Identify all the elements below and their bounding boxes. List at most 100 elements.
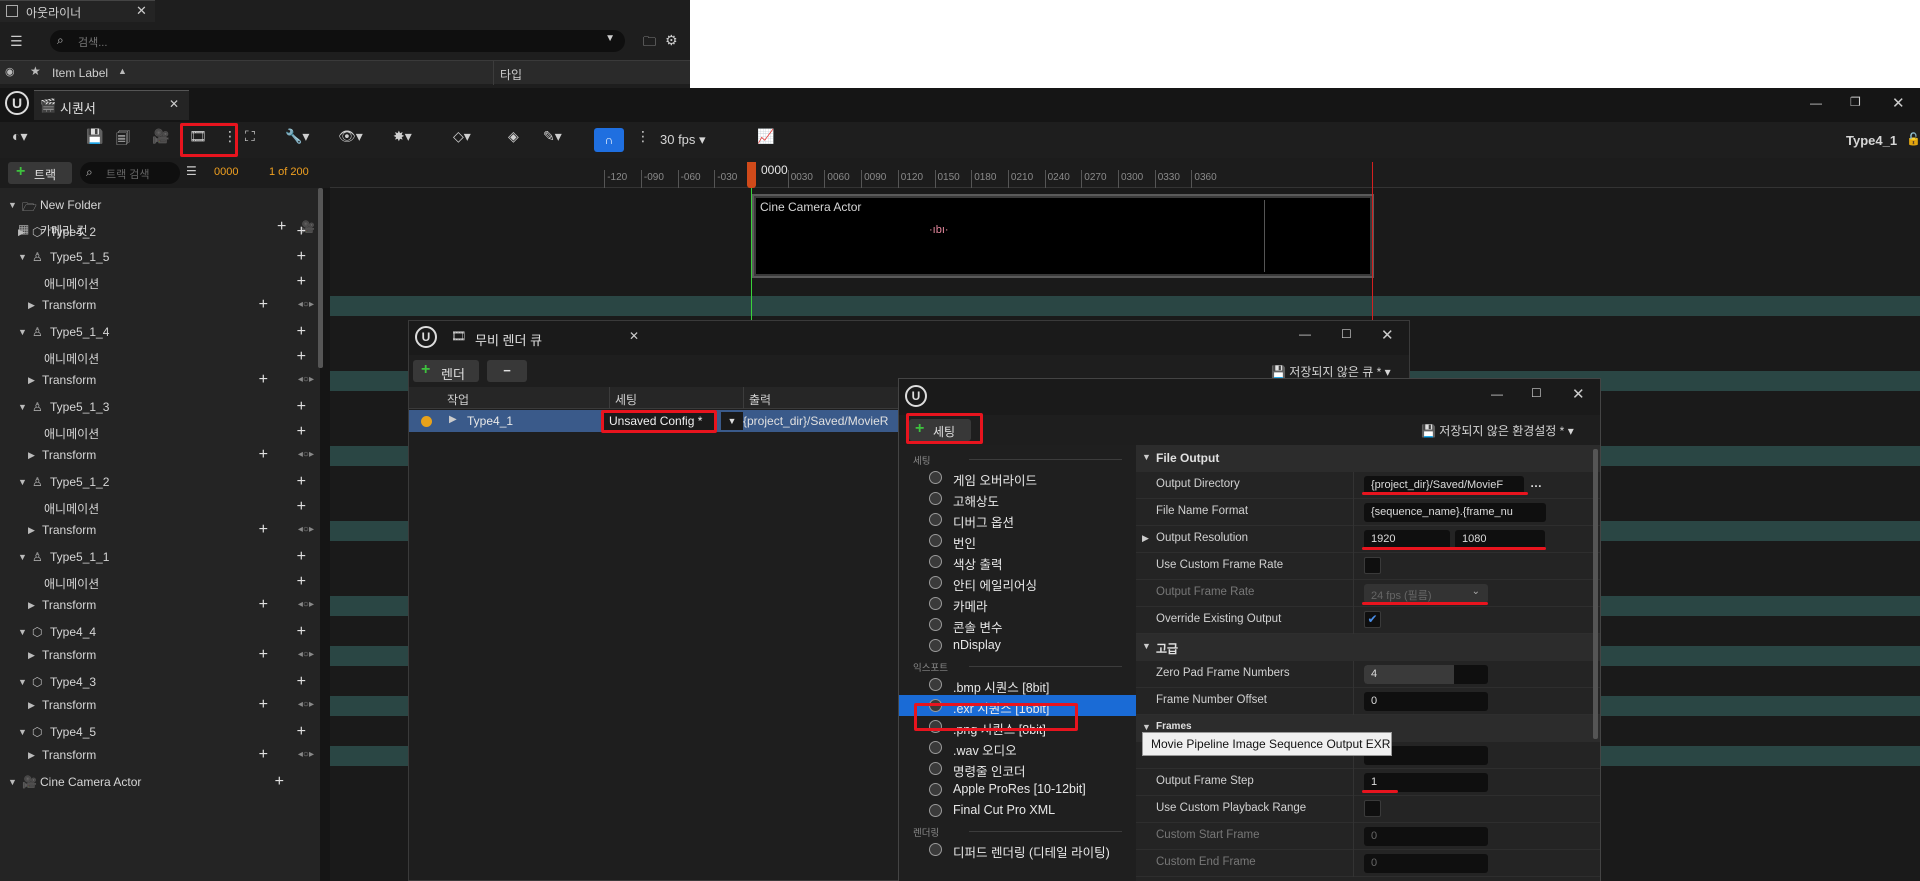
shot-section[interactable]: Cine Camera Actor ·ıbı· [752,194,1374,278]
expand-arrow-icon[interactable]: ▶ [28,300,35,311]
save-icon[interactable]: 💾 [86,128,103,152]
transform-track-band[interactable] [330,296,1920,316]
filter-icon[interactable]: ☰ [186,164,197,178]
keyframe-nav-icon[interactable]: ◂○▸ [298,749,314,760]
add-icon[interactable]: + [297,498,306,516]
keyframe-nav-icon[interactable]: ◂○▸ [298,699,314,710]
menu-item[interactable]: nDisplay [899,635,1136,656]
track-row[interactable]: ▶ Transform + ◂○▸ [0,594,318,618]
menu-item[interactable]: Final Cut Pro XML [899,800,1136,821]
render-button[interactable]: + 렌더 [413,360,479,382]
section-advanced[interactable]: ▼ 고급 [1136,634,1600,661]
track-search-input[interactable]: ⌕ 트랙 검색 [80,162,180,184]
camera-icon[interactable]: 🎥 [152,128,169,152]
menu-item[interactable]: 명령줄 인코더 [899,758,1136,779]
minimize-icon[interactable]: — [1491,387,1503,401]
add-icon[interactable]: + [297,223,306,241]
collapse-arrow-icon[interactable]: ▼ [18,252,27,262]
output-frame-rate-dropdown[interactable]: 24 fps (필름) ⌄ [1364,584,1488,603]
expand-arrow-icon[interactable]: ▶ [28,600,35,611]
gear-icon[interactable]: ⚙ [665,32,678,49]
menu-item[interactable]: Apple ProRes [10-12bit] [899,779,1136,800]
col-settings[interactable]: 세팅 [615,391,637,408]
sequencer-tab[interactable]: 🎬 시퀀서 ✕ [34,90,189,120]
expand-arrow-icon[interactable]: ▶ [18,227,25,238]
use-custom-frame-rate-checkbox[interactable] [1364,557,1381,574]
track-row[interactable]: 애니메이션 + [0,496,318,520]
track-row[interactable]: ▼ ♙ Type5_1_1 + [0,546,318,570]
track-row[interactable]: ▶ Transform + ◂○▸ [0,519,318,543]
snap-magnet-icon[interactable]: ∩ [594,128,624,152]
expand-arrow-icon[interactable]: ▶ [449,414,457,425]
window-close-icon[interactable]: ✕ [1572,385,1585,403]
add-icon[interactable]: + [259,696,268,714]
add-icon[interactable]: + [297,348,306,366]
close-icon[interactable]: ✕ [629,329,639,343]
close-icon[interactable]: ✕ [136,3,147,19]
add-icon[interactable]: + [259,521,268,539]
add-icon[interactable]: + [259,646,268,664]
job-output[interactable]: {project_dir}/Saved/MovieR [743,414,888,428]
expand-arrow-icon[interactable]: ▶ [28,375,35,386]
zero-pad-field[interactable]: 4 [1364,665,1488,684]
add-icon[interactable]: + [259,446,268,464]
collapse-arrow-icon[interactable]: ▼ [18,727,27,737]
keyframe-nav-icon[interactable]: ◂○▸ [298,299,314,310]
expand-arrow-icon[interactable]: ▶ [1142,533,1149,544]
actions-icon[interactable]: ⛶ [245,128,255,152]
add-folder-icon[interactable]: 🗀 [643,33,656,55]
menu-item[interactable]: 안티 에일리어싱 [899,572,1136,593]
track-row[interactable]: ▶ Transform + ◂○▸ [0,444,318,468]
expand-arrow-icon[interactable]: ▶ [28,525,35,536]
add-icon[interactable]: + [259,746,268,764]
collapse-arrow-icon[interactable]: ▼ [18,552,27,562]
expand-arrow-icon[interactable]: ▶ [28,700,35,711]
menu-item[interactable]: 색상 출력 [899,551,1136,572]
expand-arrow-icon[interactable]: ▶ [28,750,35,761]
curve-editor-icon[interactable]: 📈 [757,128,774,152]
eye-icon[interactable]: ◉ [5,65,15,78]
job-config-dropdown[interactable]: Unsaved Config * [603,411,717,431]
details-scrollbar[interactable] [1593,449,1598,739]
add-icon[interactable]: + [259,296,268,314]
track-row[interactable]: ▼ ♙ Type5_1_3 + [0,396,318,420]
tree-scrollbar[interactable] [318,188,323,368]
pen-icon[interactable]: ✎▾ [543,128,562,152]
add-icon[interactable]: + [297,398,306,416]
add-icon[interactable]: + [297,623,306,641]
browse-icon[interactable]: … [1530,476,1542,490]
menu-item[interactable]: 디퍼드 렌더링 (디테일 라이팅) [899,839,1136,860]
view-options-icon[interactable]: 👁▾ [338,128,363,152]
keyframe-nav-icon[interactable]: ◂○▸ [298,649,314,660]
snap-more-icon[interactable]: ⋮ [636,128,650,152]
add-icon[interactable]: + [259,596,268,614]
track-row[interactable]: ▶ ⬡ Type4_2 + [0,221,318,245]
job-row[interactable]: ▶ Type4_1 Unsaved Config * ▼ {project_di… [409,410,899,432]
track-row[interactable]: ▶ Transform + ◂○▸ [0,744,318,768]
col-job[interactable]: 작업 [447,391,469,408]
star-icon[interactable]: ★ [30,64,41,78]
section-file-output[interactable]: ▼ File Output [1136,445,1600,472]
custom-end-field[interactable]: 0 [1364,854,1488,873]
track-row[interactable]: ▶ Transform + ◂○▸ [0,644,318,668]
playhead-handle[interactable] [747,162,756,188]
file-name-format-field[interactable]: {sequence_name}.{frame_nu [1364,503,1546,522]
expand-arrow-icon[interactable]: ▶ [28,650,35,661]
menu-item[interactable]: .png 시퀀스 [8bit] [899,716,1136,737]
add-track-button[interactable]: + 트랙 [8,162,72,184]
track-row[interactable]: ▼ ⬡ Type4_3 + [0,671,318,695]
track-row[interactable]: ▶ Transform + ◂○▸ [0,694,318,718]
maximize-icon[interactable]: ☐ [1531,386,1542,400]
track-row[interactable]: ▼ ♙ Type5_1_4 + [0,321,318,345]
keyframe-nav-icon[interactable]: ◂○▸ [298,449,314,460]
track-row[interactable]: 애니메이션 + [0,346,318,370]
track-row[interactable]: 애니메이션 + [0,271,318,295]
add-icon[interactable]: + [259,371,268,389]
minimize-icon[interactable]: — [1810,96,1822,110]
menu-item[interactable]: .bmp 시퀀스 [8bit] [899,674,1136,695]
filter-icon[interactable]: ☰ [10,33,23,50]
custom-start-field[interactable]: 0 [1364,827,1488,846]
current-frame[interactable]: 0000 [214,166,238,178]
menu-item[interactable]: .exr 시퀀스 [16bit] [899,695,1136,716]
add-icon[interactable]: + [297,723,306,741]
